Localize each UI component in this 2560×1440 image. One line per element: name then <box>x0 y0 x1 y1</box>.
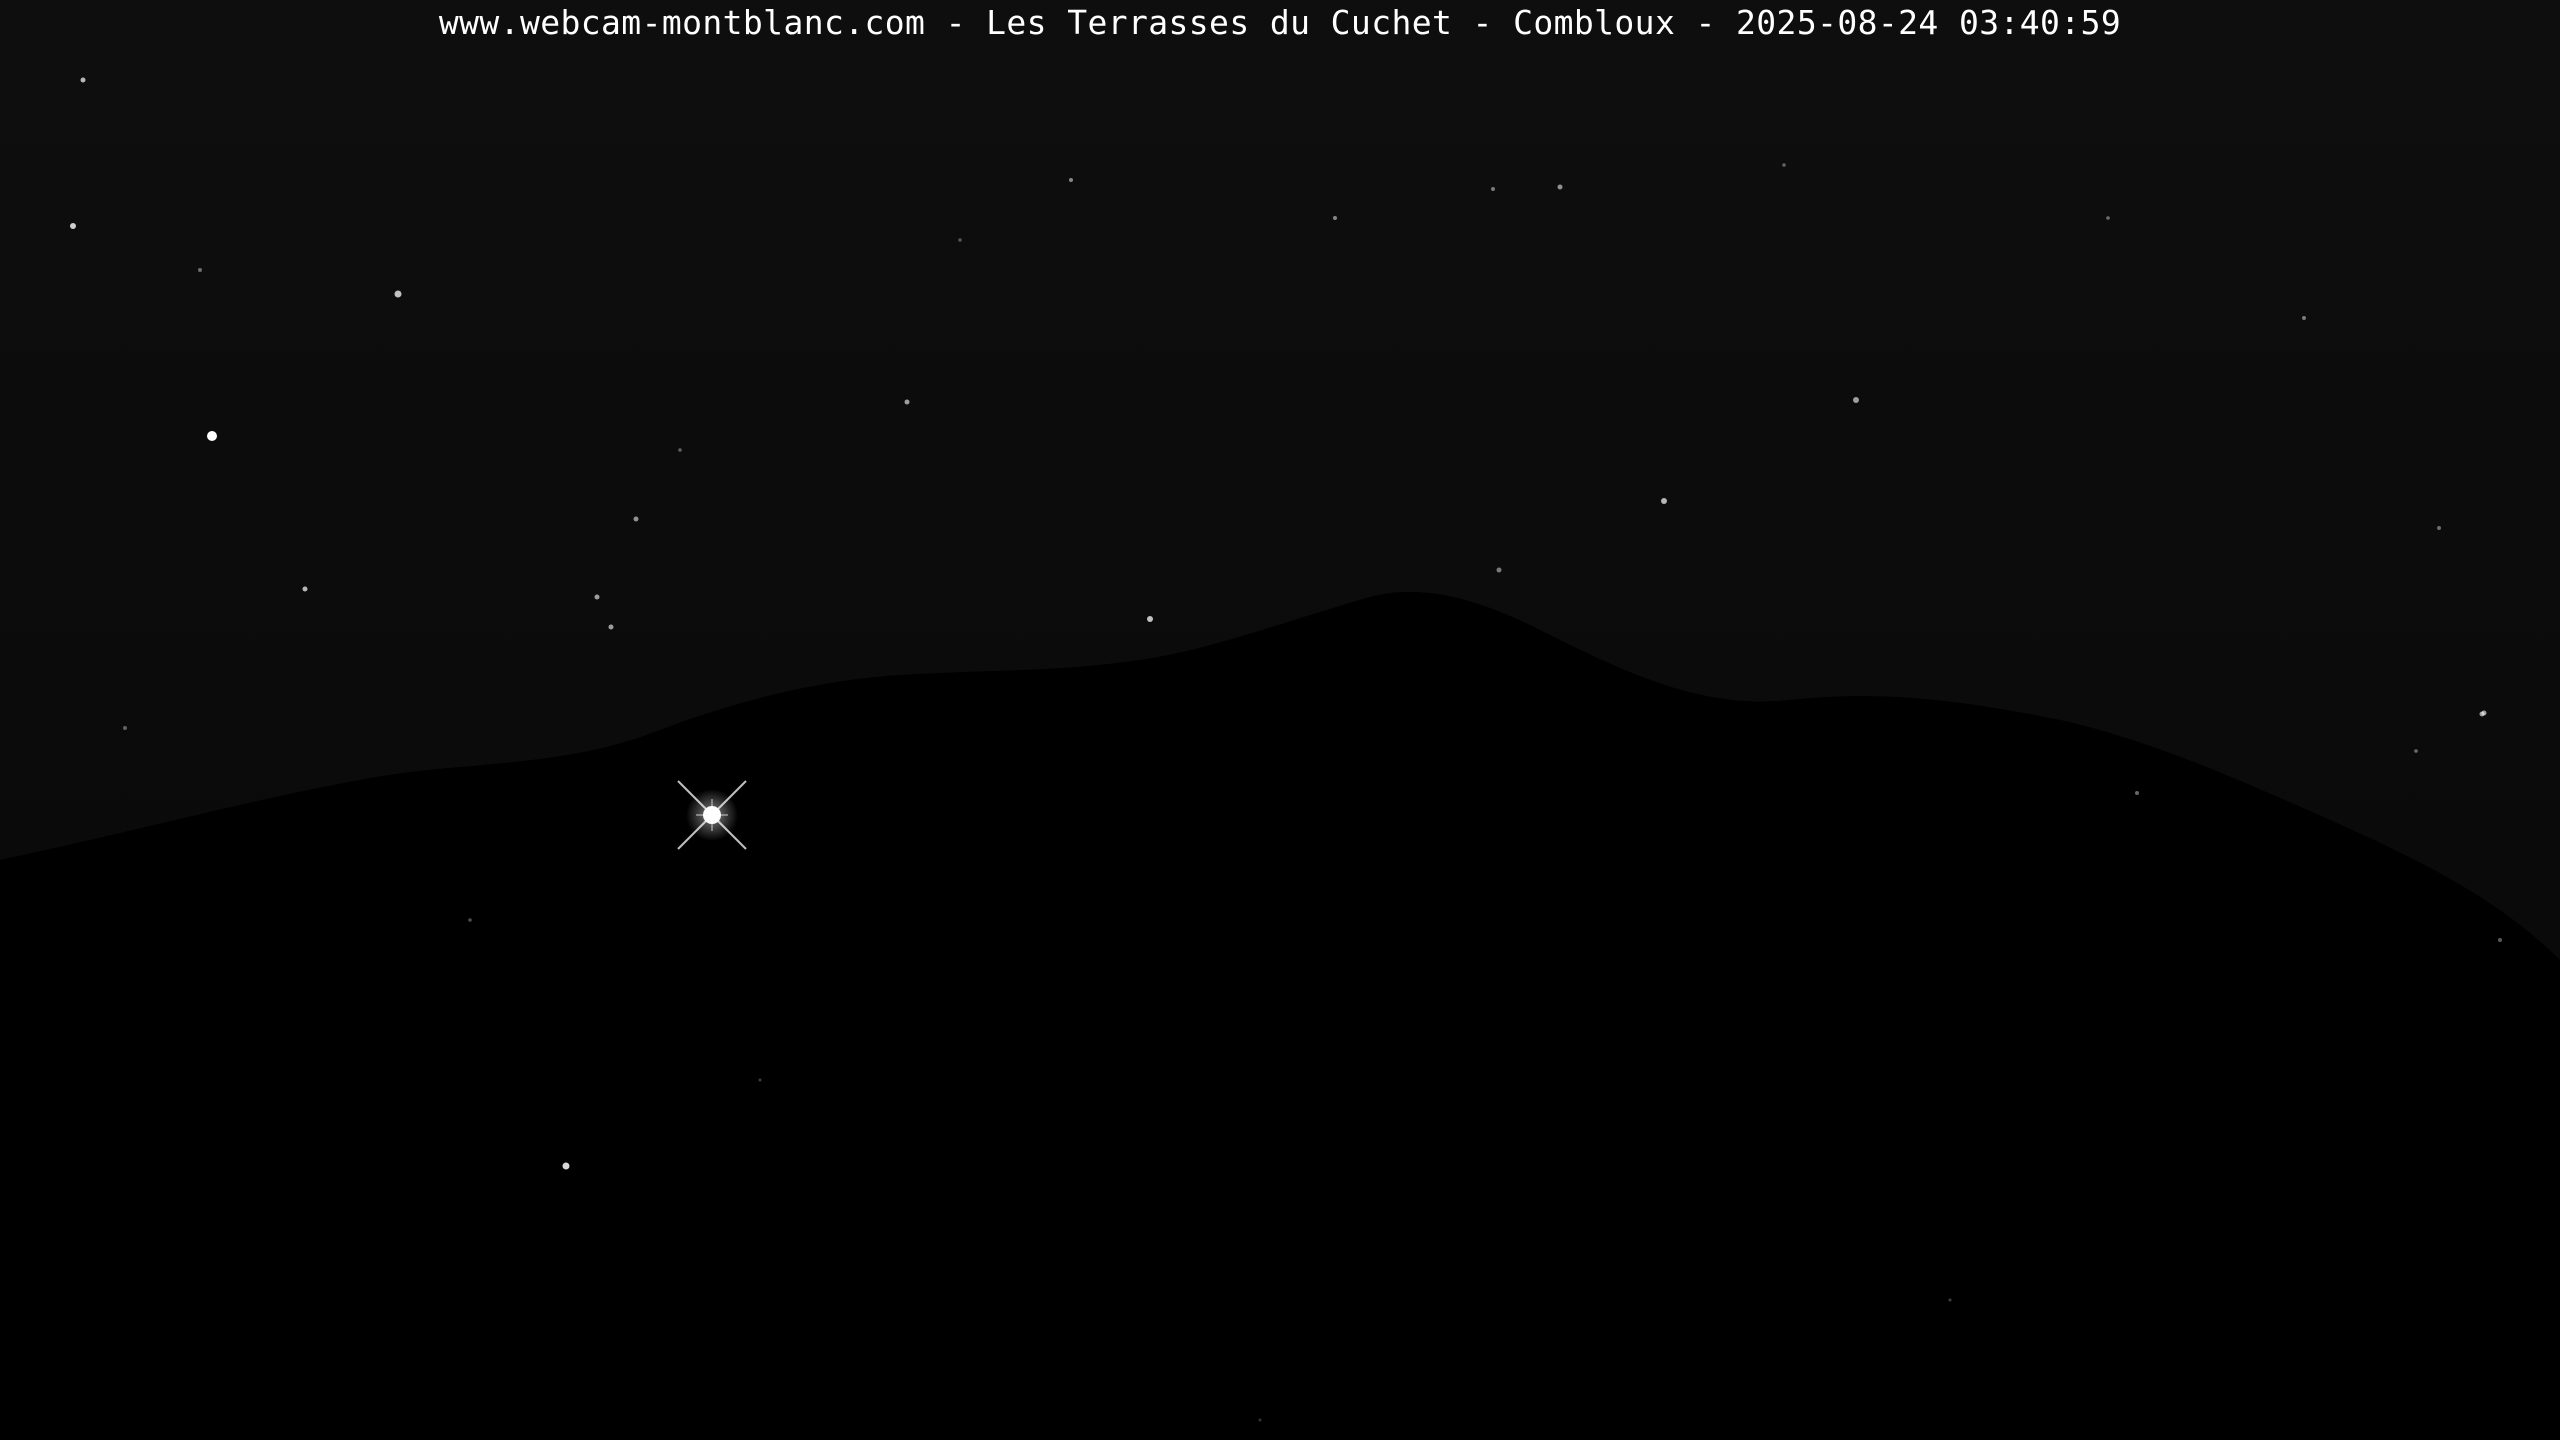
star <box>198 268 202 272</box>
star <box>594 594 600 600</box>
star <box>468 918 472 922</box>
star <box>207 431 217 441</box>
star <box>2135 791 2139 795</box>
star <box>2106 216 2110 220</box>
star <box>2437 526 2441 530</box>
star <box>70 223 76 229</box>
star <box>1491 187 1495 191</box>
webcam-image: www.webcam-montblanc.com - Les Terrasses… <box>0 0 2560 1440</box>
star <box>678 448 682 452</box>
star <box>958 238 962 242</box>
star <box>608 624 614 630</box>
star <box>1147 616 1153 622</box>
night-sky <box>0 0 2560 1440</box>
star <box>758 1078 762 1082</box>
star <box>1333 216 1337 220</box>
star <box>1853 397 1859 403</box>
star <box>80 77 86 83</box>
star <box>1258 1418 1262 1422</box>
star <box>123 726 127 730</box>
star <box>1069 178 1073 182</box>
star <box>2481 710 2487 716</box>
star <box>1557 184 1563 190</box>
star <box>1496 567 1502 573</box>
star <box>1782 163 1786 167</box>
star <box>394 290 402 298</box>
star <box>2414 749 2418 753</box>
star <box>1948 1298 1952 1302</box>
star <box>633 516 639 522</box>
bright-star <box>677 780 747 850</box>
star <box>2498 938 2502 942</box>
star <box>1661 498 1667 504</box>
star <box>2302 316 2306 320</box>
star <box>904 399 910 405</box>
webcam-caption: www.webcam-montblanc.com - Les Terrasses… <box>438 3 2122 42</box>
star <box>562 1162 570 1170</box>
star <box>302 586 308 592</box>
